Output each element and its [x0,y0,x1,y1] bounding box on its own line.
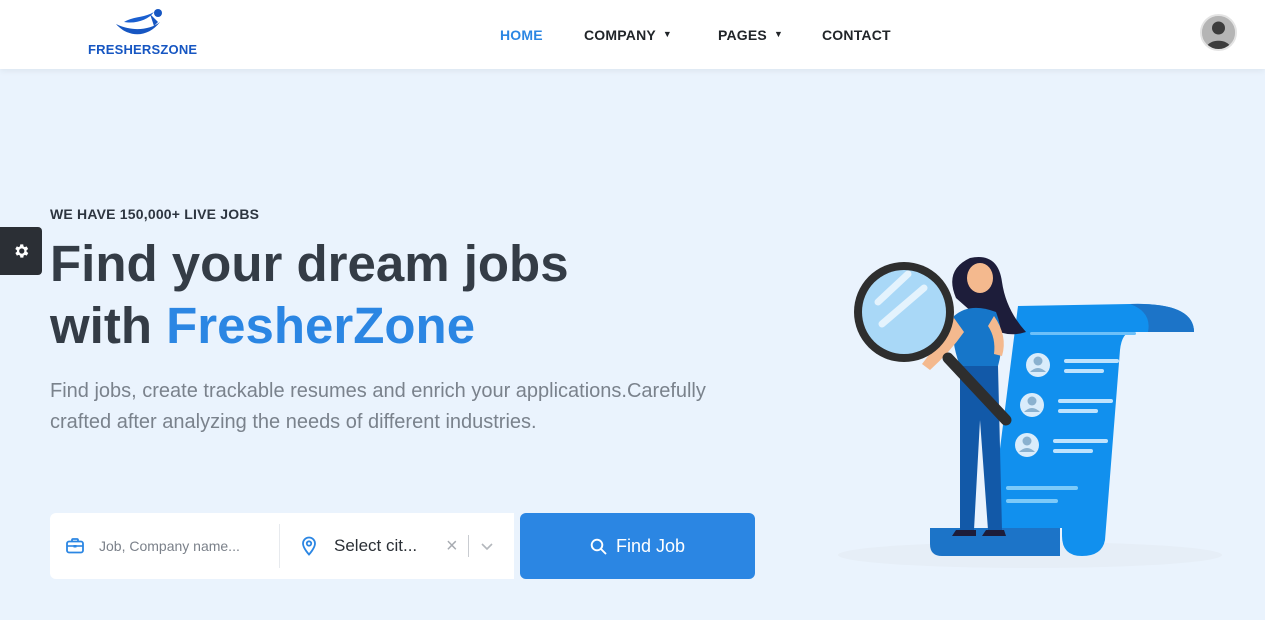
hero-headline: Find your dream jobs with FresherZone [50,233,569,357]
find-job-button[interactable]: Find Job [520,513,755,579]
nav-contact-label: CONTACT [822,26,891,43]
city-select-value: Select cit... [334,536,418,555]
hero-eyebrow: WE HAVE 150,000+ LIVE JOBS [50,206,260,222]
search-icon [590,538,607,554]
briefcase-icon [66,538,84,554]
nav-company-label: COMPANY [584,26,656,43]
clear-icon[interactable]: × [446,536,458,556]
chevron-down-icon: ▼ [773,28,784,39]
nav-home[interactable]: HOME [500,0,543,69]
select-separator [467,535,469,557]
headline-prefix: with [50,297,167,354]
user-avatar[interactable] [1200,14,1237,51]
map-pin-icon [302,536,316,556]
brand-logo[interactable]: FRESHERSZONE [88,8,208,60]
job-keyword-field[interactable] [50,513,279,579]
nav-contact[interactable]: CONTACT [822,0,891,69]
user-silhouette-icon [1202,16,1235,49]
brand-name: FRESHERSZONE [88,42,198,57]
chevron-down-icon[interactable] [479,538,495,554]
city-select[interactable]: Select cit... × [280,513,514,579]
nav-company[interactable]: COMPANY ▼ [584,0,672,69]
job-keyword-input[interactable] [99,538,264,554]
nav-pages-label: PAGES [718,26,767,43]
headline-brand-highlight: FresherZone [166,297,476,354]
job-search-illustration [838,257,1222,568]
headline-line-1: Find your dream jobs [50,235,569,292]
settings-toggle[interactable] [0,227,42,275]
gear-icon [15,244,29,258]
job-search-form: Select cit... × [50,513,514,579]
site-header: FRESHERSZONE HOME COMPANY ▼ PAGES ▼ CONT… [0,0,1265,69]
nav-pages[interactable]: PAGES ▼ [718,0,783,69]
logo-mark-icon [116,9,162,35]
chevron-down-icon: ▼ [662,28,673,39]
hero-subtext: Find jobs, create trackable resumes and … [50,380,706,433]
nav-home-label: HOME [500,26,543,43]
find-job-label: Find Job [615,535,686,556]
